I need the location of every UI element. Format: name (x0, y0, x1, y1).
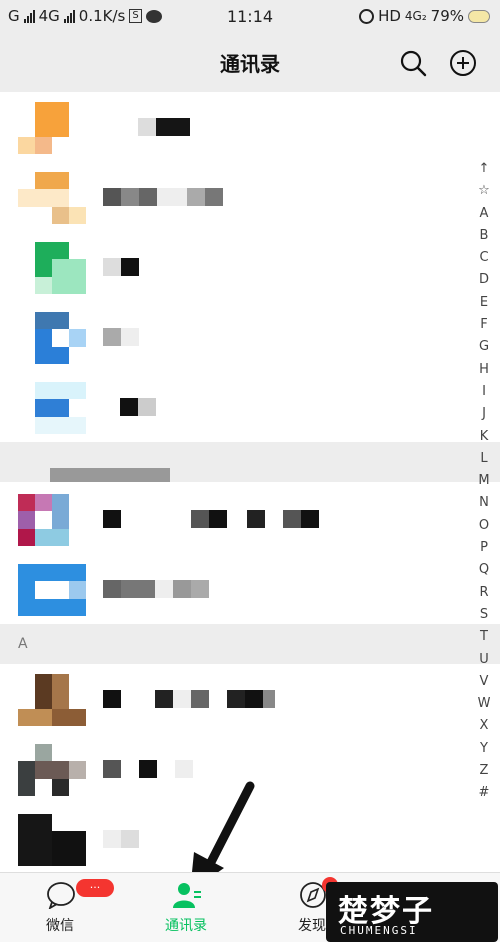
chat-icon (47, 882, 75, 909)
index-letter[interactable]: X (472, 715, 496, 737)
battery-icon (468, 9, 490, 23)
index-letter[interactable]: Q (472, 559, 496, 581)
list-item[interactable] (0, 484, 500, 556)
tab-chats[interactable]: ··· 微信 (10, 873, 114, 942)
index-letter[interactable]: A (472, 203, 496, 225)
index-letter[interactable]: E (472, 292, 496, 314)
index-letter[interactable]: J (472, 403, 496, 425)
alarm-icon (359, 8, 375, 24)
index-letter[interactable]: D (472, 269, 496, 291)
watermark-logo: 楚梦子 CHUMENGSI (326, 882, 498, 942)
avatar (18, 494, 86, 546)
index-letter[interactable]: Z (472, 760, 496, 782)
title-bar: 通讯录 (0, 34, 500, 92)
contact-name-masked (103, 830, 139, 850)
index-letter[interactable]: V (472, 671, 496, 693)
status-right: HD 4G₂ 79% (359, 7, 490, 25)
avatar (18, 814, 86, 866)
index-letter[interactable]: F (472, 314, 496, 336)
avatar (18, 744, 86, 796)
list-item[interactable] (0, 664, 500, 736)
contact-name-masked (103, 760, 193, 780)
contact-name-masked (103, 690, 275, 710)
contact-name-masked (103, 328, 139, 348)
battery-percent: 79% (430, 7, 464, 25)
unread-badge: ··· (76, 879, 114, 897)
avatar (18, 102, 86, 154)
hd-indicator: HD (378, 7, 401, 25)
contact-name-masked (103, 258, 139, 278)
list-item[interactable] (0, 554, 500, 626)
index-letter[interactable]: B (472, 225, 496, 247)
index-letter[interactable]: P (472, 537, 496, 559)
contact-name-masked (103, 510, 319, 530)
index-letter[interactable]: L (472, 448, 496, 470)
index-letter[interactable]: H (472, 359, 496, 381)
tab-label: 微信 (46, 918, 74, 934)
index-letter[interactable]: S (472, 604, 496, 626)
index-letter[interactable]: R (472, 582, 496, 604)
search-icon[interactable] (398, 48, 428, 78)
index-letter[interactable]: C (472, 247, 496, 269)
index-letter[interactable]: # (472, 782, 496, 804)
contact-name-masked (138, 118, 190, 138)
list-item[interactable] (0, 232, 500, 304)
watermark-subtext: CHUMENGSI (340, 924, 418, 937)
list-item[interactable] (0, 162, 500, 234)
section-header-masked (0, 442, 500, 482)
network-type: 4G₂ (404, 9, 427, 23)
index-letter[interactable]: W (472, 693, 496, 715)
section-header-a: A (0, 624, 500, 664)
section-label: A (18, 636, 28, 652)
tab-label: 通讯录 (165, 918, 207, 934)
plus-circle-icon[interactable] (448, 48, 478, 78)
contacts-icon (173, 883, 201, 908)
contact-list[interactable]: A (0, 92, 500, 872)
contact-name-masked (103, 580, 209, 600)
avatar (18, 382, 86, 434)
status-bar: G 4G 0.1K/s S 11:14 HD 4G₂ 79% (0, 0, 500, 34)
avatar (18, 674, 86, 726)
avatar (18, 564, 86, 616)
index-letter[interactable]: T (472, 626, 496, 648)
index-letter[interactable]: Y (472, 738, 496, 760)
list-item[interactable] (0, 302, 500, 374)
list-item[interactable] (0, 92, 500, 164)
index-letter[interactable]: U (472, 649, 496, 671)
index-letter[interactable]: I (472, 381, 496, 403)
list-item[interactable] (0, 372, 500, 444)
index-letter[interactable]: O (472, 515, 496, 537)
index-letter[interactable]: ↑ (472, 158, 496, 180)
index-letter[interactable]: K (472, 426, 496, 448)
avatar (18, 172, 86, 224)
contact-name-masked (103, 188, 223, 208)
alphabet-index[interactable]: ↑ ☆ A B C D E F G H I J K L M N O P Q R S T U V W X Y Z # (472, 158, 496, 805)
contact-name-masked (120, 398, 156, 418)
index-letter[interactable]: M (472, 470, 496, 492)
index-letter[interactable]: G (472, 336, 496, 358)
index-letter[interactable]: ☆ (472, 180, 496, 202)
tab-contacts[interactable]: 通讯录 (136, 873, 236, 942)
avatar (18, 312, 86, 364)
index-letter[interactable]: N (472, 492, 496, 514)
avatar (18, 242, 86, 294)
